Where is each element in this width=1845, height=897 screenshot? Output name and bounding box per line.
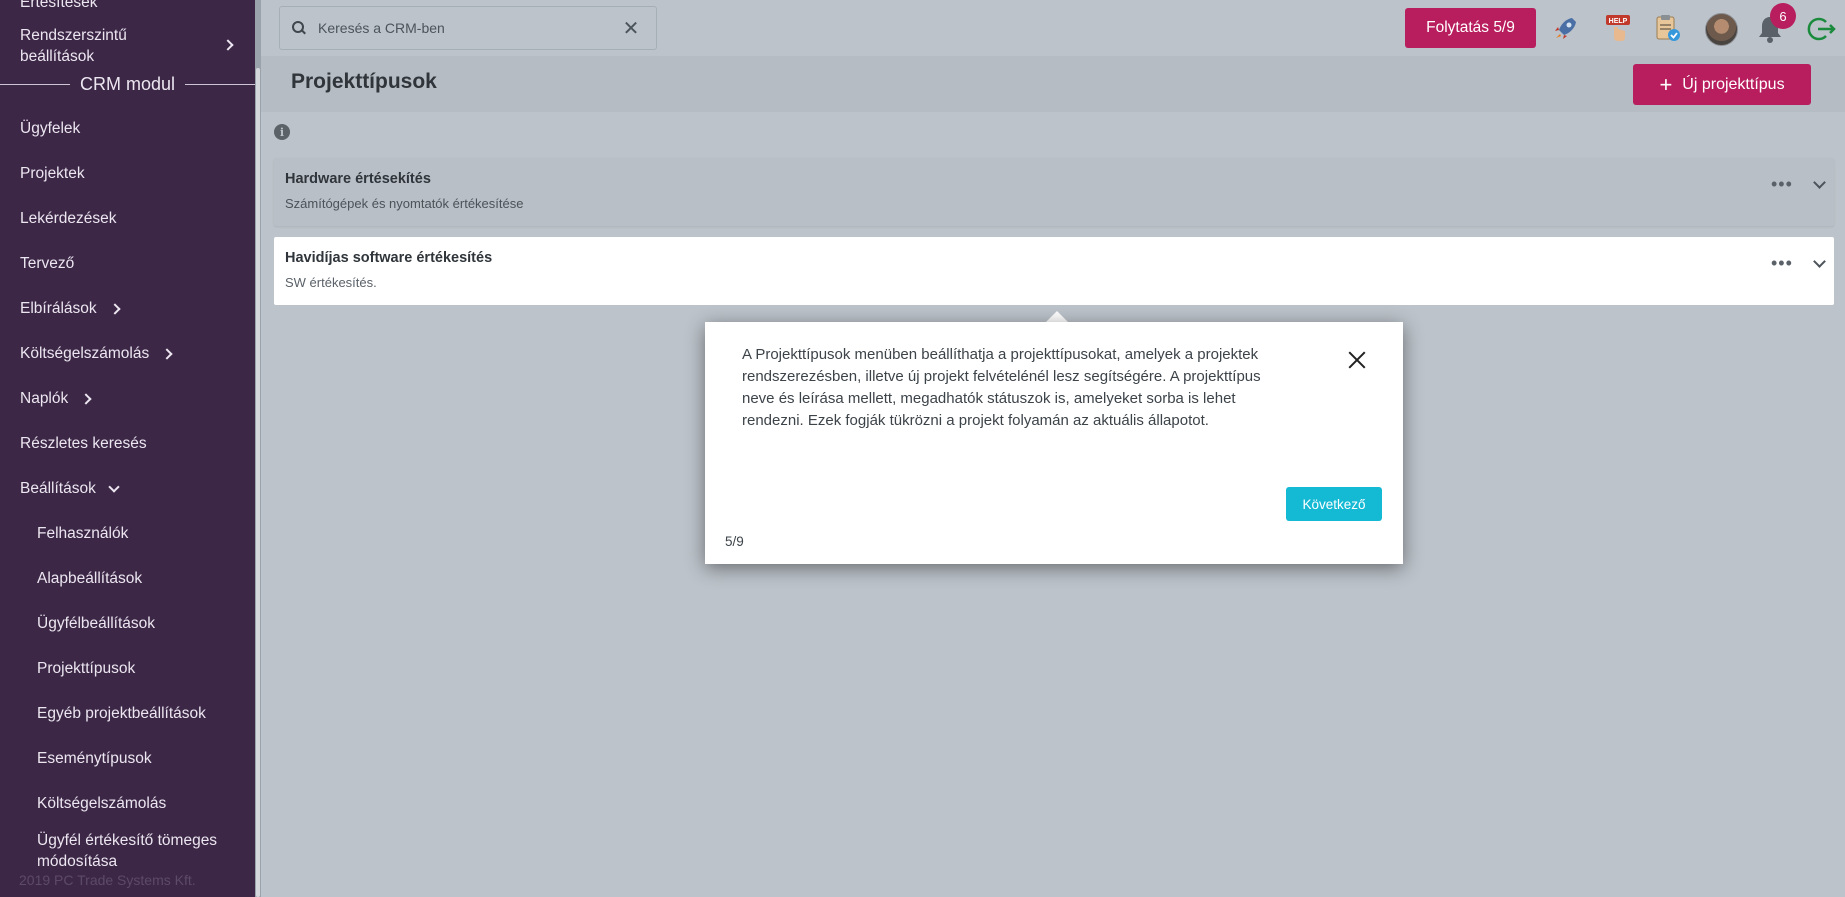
sidebar-item-label: beállítások [20,48,95,65]
project-type-card[interactable]: Hardware értésekítés Számítógépek és nyo… [274,158,1834,226]
section-header: CRM modul [0,72,255,96]
project-type-description: SW értékesítés. [285,275,377,290]
tour-step-counter: 5/9 [725,534,744,549]
divider [0,83,70,85]
sidebar-subitem-basic-settings[interactable]: Alapbeállítások [37,570,142,588]
sidebar-subitem-other-project-settings[interactable]: Egyéb projektbeállítások [37,705,206,723]
sidebar-item-projects[interactable]: Projektek [20,165,85,183]
search-icon [292,21,306,35]
search-input[interactable]: Keresés a CRM-ben ✕ [279,6,657,50]
divider [185,83,255,85]
sidebar-subitem-client-rating-bulk[interactable]: Ügyfél értékesítő tömeges módosítása [37,830,217,872]
sidebar-item-planner[interactable]: Tervező [20,255,74,273]
sidebar-item-clients[interactable]: Ügyfelek [20,120,80,138]
chevron-down-icon [108,481,120,493]
clipboard-icon[interactable] [1651,12,1683,44]
tour-popover: A Projekttípusok menüben beállíthatja a … [705,322,1403,564]
project-type-title: Havidíjas software értékesítés [285,250,493,266]
sidebar-item-settings[interactable]: Beállítások [20,480,120,498]
sidebar-item-evaluations[interactable]: Elbírálások [20,300,121,318]
sidebar: Értesítések Rendszerszintű beállítások C… [0,0,255,897]
close-icon[interactable] [1345,348,1369,372]
chevron-down-icon[interactable] [1813,176,1826,189]
logout-icon[interactable] [1806,14,1836,44]
sidebar-subitem-client-settings[interactable]: Ügyfélbeállítások [37,615,155,633]
page-header [261,56,1845,112]
avatar[interactable] [1705,13,1738,46]
chevron-right-icon [80,393,92,405]
sidebar-item-detailed-search[interactable]: Részletes keresés [20,435,147,453]
chevron-right-icon [109,303,121,315]
help-icon-label: HELP [1609,18,1628,25]
chevron-down-icon[interactable] [1813,255,1826,268]
sidebar-subitem-expense-settlement[interactable]: Költségelszámolás [37,795,166,813]
sidebar-item-logs[interactable]: Naplók [20,390,92,408]
tour-text: A Projekttípusok menüben beállíthatja a … [742,346,1261,429]
more-options-icon[interactable]: ••• [1771,253,1793,274]
search-placeholder: Keresés a CRM-ben [318,20,445,36]
sidebar-item-label: módosítása [37,853,118,870]
info-icon[interactable]: i [274,124,290,140]
sidebar-subitem-project-types[interactable]: Projekttípusok [37,660,135,678]
rocket-icon[interactable] [1550,12,1582,44]
sidebar-item-notifications[interactable]: Értesítések [20,0,98,12]
project-type-card[interactable]: Havidíjas software értékesítés SW értéke… [274,237,1834,305]
help-icon[interactable]: HELP [1602,12,1634,44]
scrollbar-thumb[interactable] [256,68,260,897]
popover-arrow [1046,311,1068,322]
sidebar-item-system-settings[interactable]: Rendszerszintű beállítások [20,25,234,67]
chevron-right-icon [222,39,234,51]
project-type-title: Hardware értésekítés [285,171,431,187]
sidebar-item-label: Ügyfél értékesítő tömeges [37,832,218,849]
clear-search-button[interactable]: ✕ [616,13,646,43]
new-project-type-button[interactable]: + Új projekttípus [1633,64,1811,105]
sidebar-item-expenses[interactable]: Költségelszámolás [20,345,173,363]
continue-tour-button[interactable]: Folytatás 5/9 [1405,8,1536,48]
copyright-text: 2019 PC Trade Systems Kft. [19,872,196,888]
plus-icon: + [1659,71,1673,97]
project-type-description: Számítógépek és nyomtatók értékesítése [285,196,524,211]
sidebar-subitem-users[interactable]: Felhasználók [37,525,128,543]
next-button[interactable]: Következő [1286,487,1382,521]
sidebar-subitem-event-types[interactable]: Eseménytípusok [37,750,152,768]
page-title: Projekttípusok [291,70,437,93]
more-options-icon[interactable]: ••• [1771,174,1793,195]
notification-count-badge: 6 [1770,3,1796,29]
sidebar-item-label: Rendszerszintű [20,27,127,44]
chevron-right-icon [161,348,173,360]
sidebar-scrollbar[interactable] [255,0,261,897]
sidebar-item-queries[interactable]: Lekérdezések [20,210,117,228]
